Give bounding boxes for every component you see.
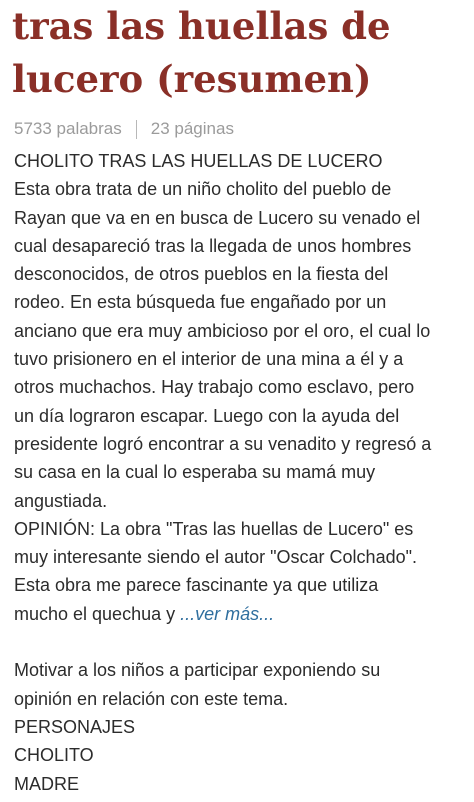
- text-line: MADRE: [14, 773, 80, 794]
- text-line: PERSONAJES: [14, 716, 136, 737]
- ver-mas-link[interactable]: ...ver más...: [180, 604, 274, 624]
- text-line: un día lograron escapar. Luego con la ay…: [14, 405, 400, 426]
- text-line: su casa en la cual lo esperaba su mamá m…: [14, 462, 376, 483]
- text-line-with-more: mucho el quechua y ...ver más...: [14, 600, 466, 628]
- text-line: Esta obra trata de un niño cholito del p…: [14, 179, 392, 200]
- text-line: desconocidos, de otros pueblos en la fie…: [14, 264, 389, 285]
- text-line: presidente logró encontrar a su venadito…: [14, 433, 432, 454]
- text-line: cual desapareció tras la llegada de unos…: [14, 235, 412, 256]
- document-page: tras las huellas de lucero (resumen) 573…: [0, 0, 474, 802]
- text-line: muy interesante siendo el autor "Oscar C…: [14, 547, 417, 568]
- text-line: OPINIÓN: La obra "Tras las huellas de Lu…: [14, 518, 414, 539]
- text-line: angustiada.: [14, 490, 108, 511]
- document-body: CHOLITO TRAS LAS HUELLAS DE LUCERO Esta …: [14, 147, 466, 798]
- text-line: rodeo. En esta búsqueda fue engañado por…: [14, 292, 387, 313]
- text-line: Motivar a los niños a participar exponie…: [14, 660, 381, 681]
- page-count: 23 páginas: [150, 119, 234, 138]
- text-line-start: mucho el quechua y: [14, 603, 181, 624]
- text-line: CHOLITO: [14, 745, 94, 766]
- text-line: Esta obra me parece fascinante ya que ut…: [14, 575, 379, 596]
- document-meta: 5733 palabras 23 páginas: [14, 119, 234, 139]
- word-count: 5733 palabras: [14, 119, 122, 138]
- meta-divider: [135, 119, 137, 139]
- text-line: opinión en relación con este tema.: [14, 688, 289, 709]
- text-line: anciano que era muy ambicioso por el oro…: [14, 320, 431, 341]
- text-line: tuvo prisionero en el interior de una mi…: [14, 349, 404, 370]
- document-title: tras las huellas de lucero (resumen): [12, 4, 391, 101]
- text-line: Rayan que va en en busca de Lucero su ve…: [14, 207, 421, 228]
- text-line: otros muchachos. Hay trabajo como esclav…: [14, 377, 415, 398]
- text-line: CHOLITO TRAS LAS HUELLAS DE LUCERO: [14, 151, 383, 171]
